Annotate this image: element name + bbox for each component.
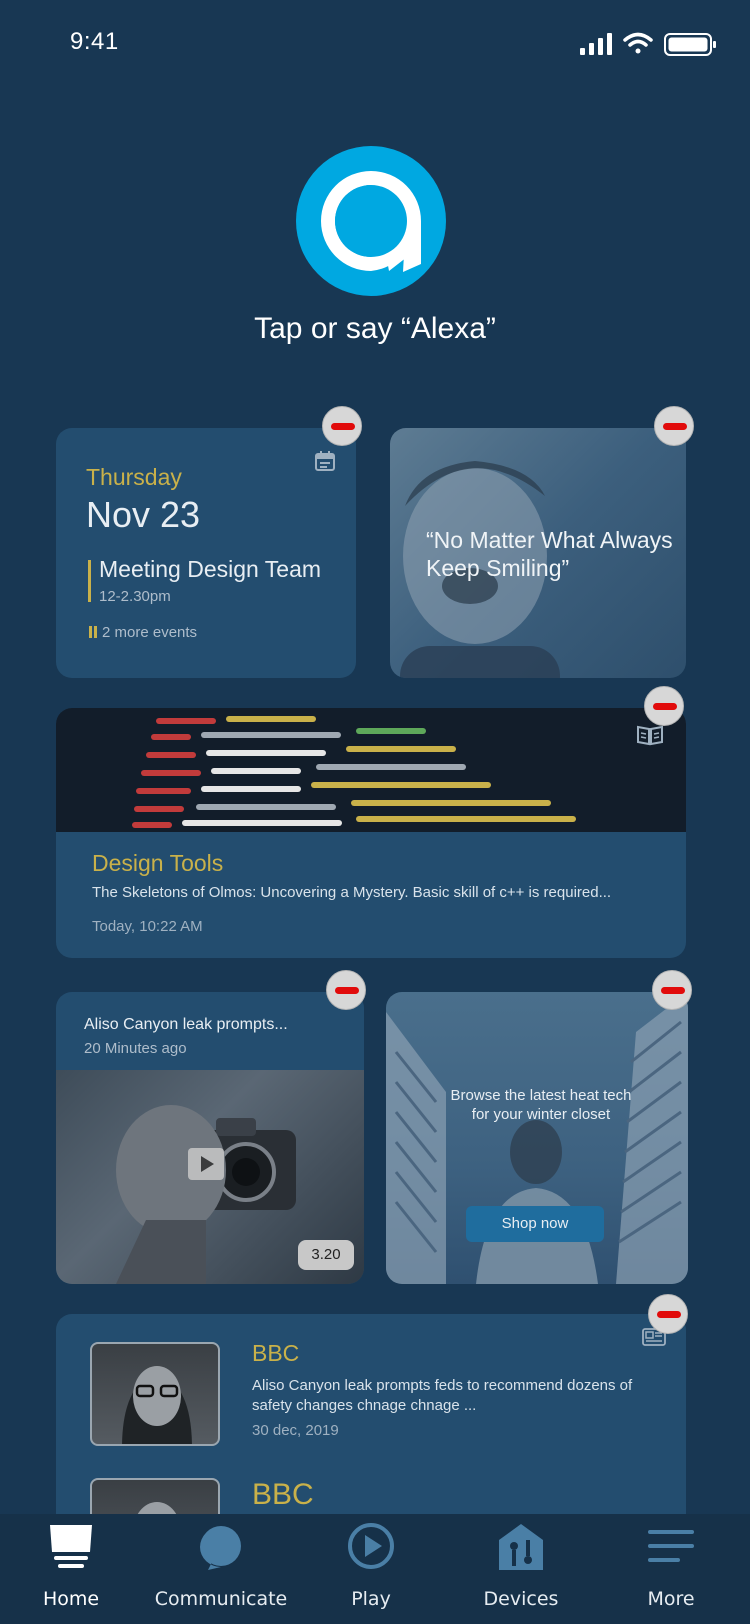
- code-line: [146, 752, 196, 758]
- signal-icon: [580, 33, 612, 55]
- nav-item-play[interactable]: Play: [296, 1514, 446, 1624]
- remove-quote-card-button[interactable]: [654, 406, 694, 446]
- code-banner-image: [56, 708, 686, 832]
- event-title: Meeting Design Team: [99, 556, 322, 582]
- code-line: [346, 746, 456, 752]
- status-icons: [580, 32, 716, 56]
- code-line: [134, 806, 184, 812]
- remove-shop-card-button[interactable]: [652, 970, 692, 1010]
- tap-or-say-prompt[interactable]: Tap or say “Alexa”: [0, 312, 750, 346]
- code-line: [351, 800, 551, 806]
- wifi-icon: [623, 32, 653, 54]
- battery-icon: [664, 33, 716, 56]
- code-line: [316, 764, 466, 770]
- code-line: [156, 718, 216, 724]
- alexa-home-screen: 9:41 Tap or say “Alexa” Thursday Nov 23 …: [0, 0, 750, 1624]
- quote-text: “No Matter What Always Keep Smiling”: [426, 527, 673, 581]
- calendar-day: Thursday: [86, 464, 182, 490]
- video-title: Aliso Canyon leak prompts...: [84, 1016, 288, 1033]
- play-icon: [348, 1523, 394, 1569]
- more-events-link[interactable]: 2 more events: [102, 624, 197, 641]
- code-line: [182, 820, 342, 826]
- code-line: [226, 716, 316, 722]
- portrait-photo: [122, 1366, 192, 1444]
- nav-label-communicate: Communicate: [154, 1588, 288, 1610]
- nav-label-home: Home: [42, 1588, 100, 1610]
- code-line: [356, 728, 426, 734]
- code-line: [211, 768, 301, 774]
- news-description[interactable]: Aliso Canyon leak prompts feds to recomm…: [252, 1376, 652, 1416]
- calendar-card[interactable]: Thursday Nov 23 Meeting Design Team 12-2…: [56, 428, 356, 678]
- code-line: [136, 788, 191, 794]
- code-line: [201, 786, 301, 792]
- bottom-navigation: Home Communicate Play Devices More: [0, 1514, 750, 1624]
- article-timestamp: Today, 10:22 AM: [92, 918, 203, 935]
- status-time: 9:41: [70, 28, 119, 55]
- article-title[interactable]: Design Tools: [92, 850, 223, 877]
- news-date: 30 dec, 2019: [252, 1422, 339, 1439]
- shop-promo-text: Browse the latest heat tech for your win…: [450, 1087, 632, 1123]
- chat-bubble-icon: [200, 1526, 241, 1570]
- book-icon: [637, 725, 663, 746]
- code-line: [151, 734, 191, 740]
- nav-item-devices[interactable]: Devices: [446, 1514, 596, 1624]
- remove-video-card-button[interactable]: [326, 970, 366, 1010]
- play-video-button[interactable]: [188, 1148, 224, 1180]
- video-duration-badge: 3.20: [298, 1240, 354, 1270]
- code-line: [356, 816, 576, 822]
- video-card[interactable]: Aliso Canyon leak prompts... 20 Minutes …: [56, 992, 364, 1284]
- code-line: [132, 822, 172, 828]
- devices-icon: [499, 1524, 543, 1570]
- video-thumbnail[interactable]: 3.20: [56, 1070, 364, 1284]
- calendar-icon: [315, 451, 335, 471]
- nav-label-devices: Devices: [483, 1588, 559, 1610]
- remove-article-card-button[interactable]: [644, 686, 684, 726]
- news-thumbnail[interactable]: [90, 1342, 220, 1446]
- code-line: [141, 770, 201, 776]
- nav-item-more[interactable]: More: [596, 1514, 746, 1624]
- code-line: [311, 782, 491, 788]
- video-time-ago: 20 Minutes ago: [84, 1040, 187, 1057]
- news-source: BBC: [252, 1340, 300, 1366]
- nav-item-home[interactable]: Home: [0, 1514, 146, 1624]
- remove-news-card-button[interactable]: [648, 1294, 688, 1334]
- code-line: [201, 732, 341, 738]
- menu-icon: [648, 1530, 694, 1562]
- calendar-date: Nov 23: [86, 494, 201, 535]
- nav-label-more: More: [647, 1588, 695, 1610]
- quote-card[interactable]: “No Matter What Always Keep Smiling”: [390, 428, 686, 678]
- remove-calendar-card-button[interactable]: [322, 406, 362, 446]
- event-accent-bar: [88, 560, 91, 602]
- nav-label-play: Play: [351, 1588, 391, 1610]
- shop-now-button[interactable]: Shop now: [466, 1206, 604, 1242]
- alexa-logo-icon[interactable]: [296, 146, 446, 296]
- news-source: BBC: [252, 1478, 314, 1511]
- shop-card[interactable]: Browse the latest heat tech for your win…: [386, 992, 688, 1284]
- more-events-icon: [89, 626, 97, 638]
- event-time: 12-2.30pm: [99, 588, 171, 605]
- article-description: The Skeletons of Olmos: Uncovering a Mys…: [92, 884, 612, 901]
- code-line: [206, 750, 326, 756]
- home-icon: [50, 1525, 92, 1568]
- article-card[interactable]: Design Tools The Skeletons of Olmos: Unc…: [56, 708, 686, 958]
- nav-item-communicate[interactable]: Communicate: [146, 1514, 296, 1624]
- code-line: [196, 804, 336, 810]
